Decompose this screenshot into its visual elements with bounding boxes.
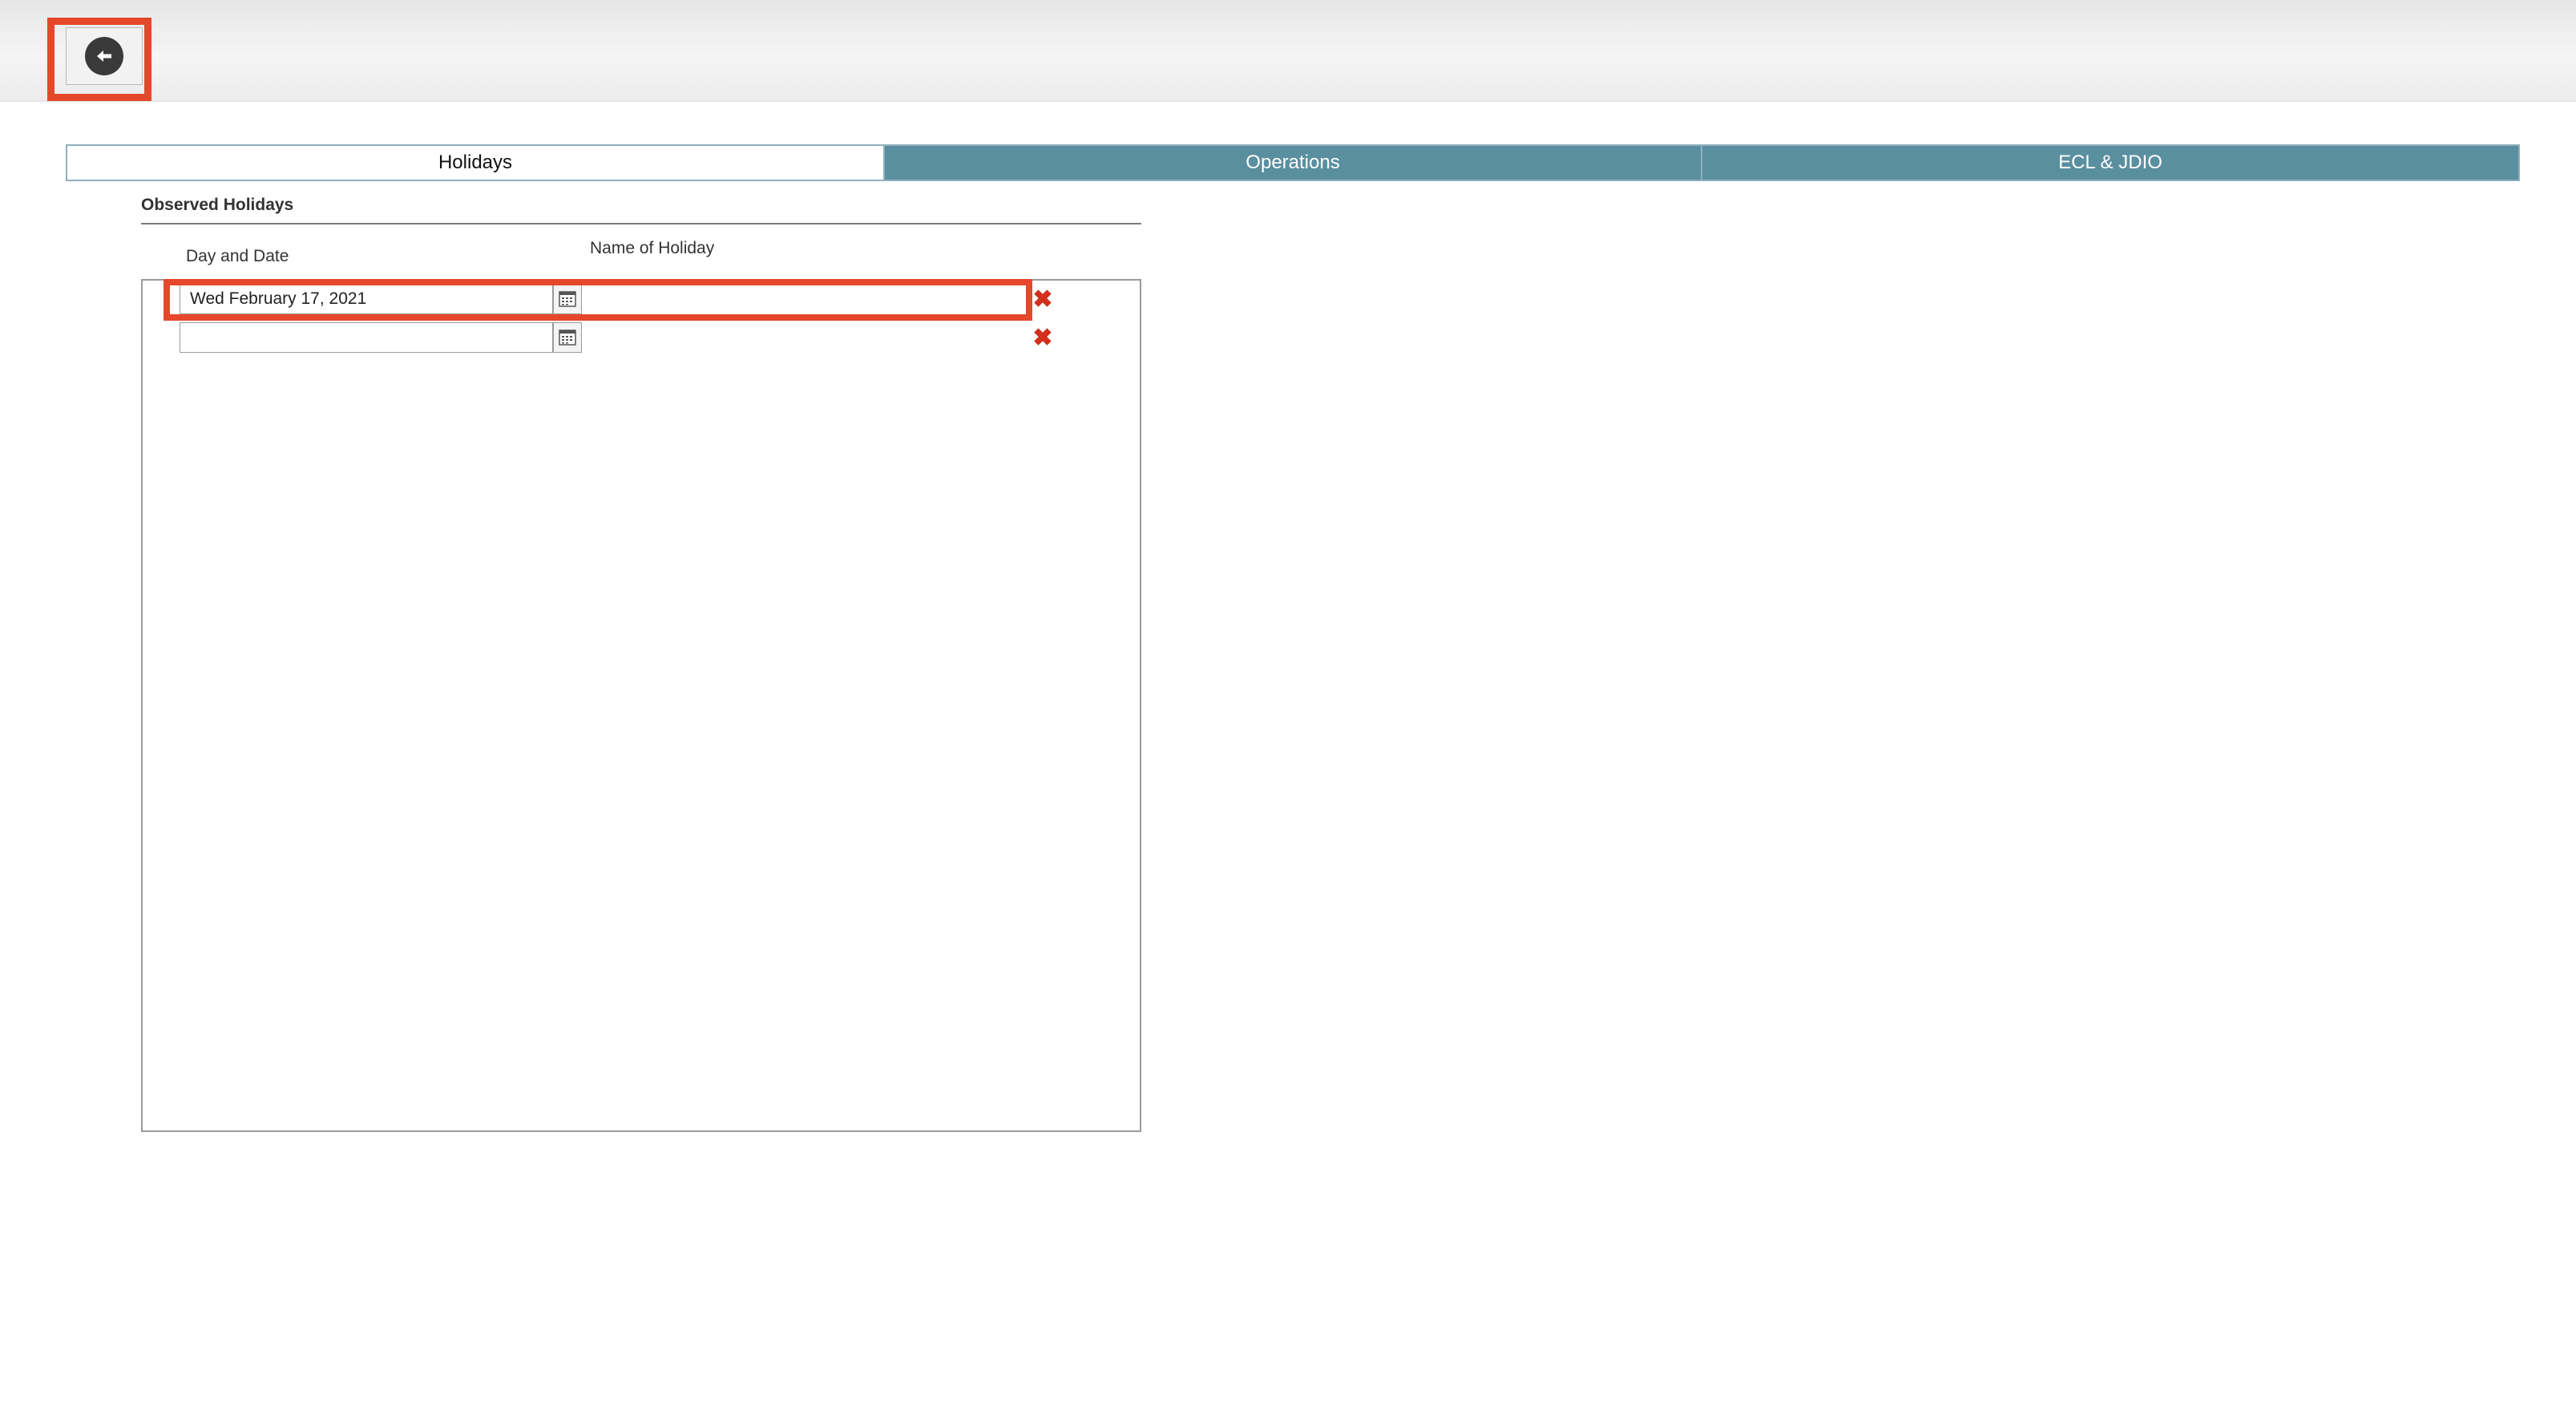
calendar-icon[interactable] (553, 322, 582, 353)
tab-label: Operations (1246, 152, 1340, 173)
tab-operations[interactable]: Operations (883, 146, 1701, 180)
row-highlight (164, 279, 1032, 321)
holiday-list[interactable] (141, 279, 1141, 1132)
tab-label: ECL & JDIO (2058, 152, 2162, 173)
delete-row-icon[interactable]: ✖ (1032, 288, 1054, 312)
tab-bar: Holidays Operations ECL & JDIO (66, 144, 2520, 181)
tab-ecl-jdio[interactable]: ECL & JDIO (1701, 146, 2518, 180)
column-header-date: Day and Date (186, 247, 289, 265)
arrow-left-circle-icon (85, 37, 123, 75)
top-header-bar (0, 0, 2576, 102)
section-divider (141, 223, 1141, 224)
back-button[interactable] (66, 27, 143, 85)
page: Holidays Operations ECL & JDIO Observed … (0, 0, 2576, 1403)
delete-row-icon[interactable]: ✖ (1032, 326, 1054, 350)
holiday-date-input[interactable] (180, 322, 553, 353)
column-header-name: Name of Holiday (590, 239, 715, 257)
tab-holidays[interactable]: Holidays (67, 146, 883, 180)
section-title: Observed Holidays (141, 196, 294, 214)
tab-label: Holidays (438, 152, 513, 173)
